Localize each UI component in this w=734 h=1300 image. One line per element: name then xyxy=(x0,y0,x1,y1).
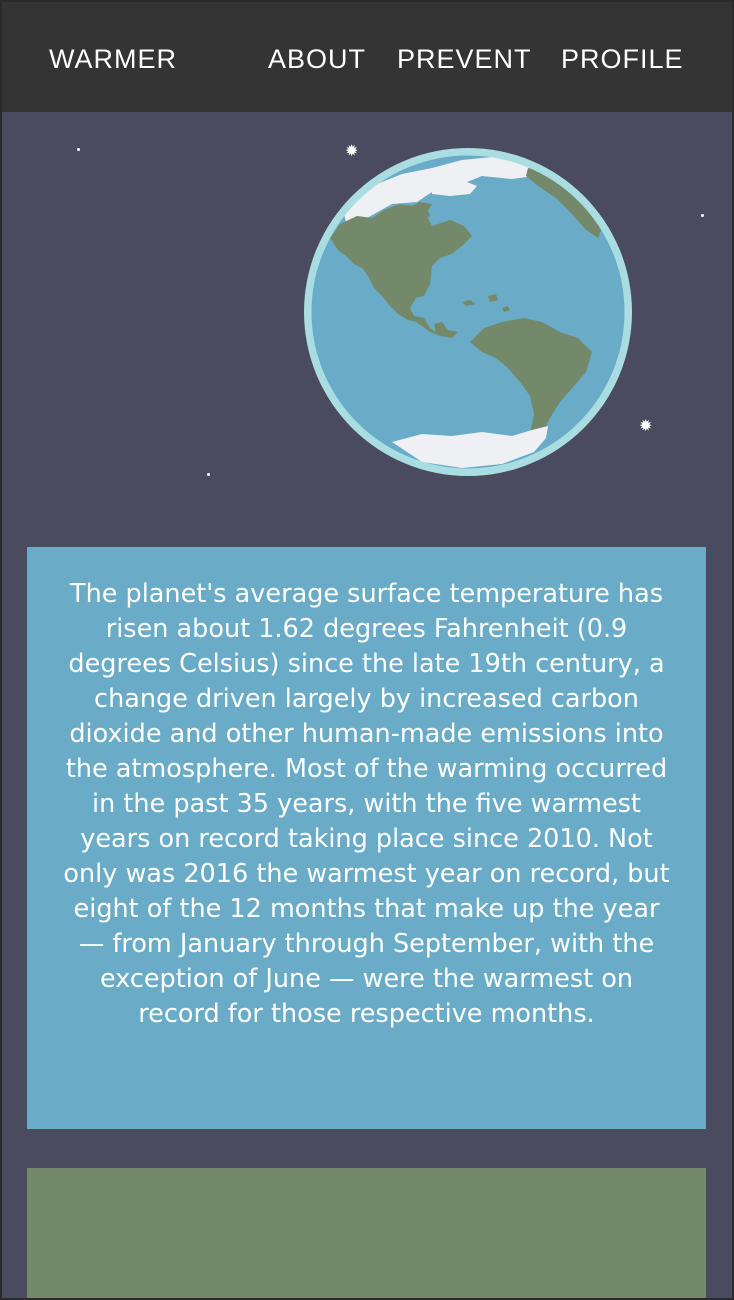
climate-info-card: The planet's average surface temperature… xyxy=(27,547,706,1129)
nav-link-prevent[interactable]: PREVENT xyxy=(397,41,532,77)
star-icon xyxy=(77,148,80,151)
top-navbar: WARMER ABOUT PREVENT PROFILE xyxy=(2,2,732,112)
earth-globe-icon xyxy=(304,148,632,476)
app-frame: WARMER ABOUT PREVENT PROFILE ✹ ✹ The pla… xyxy=(0,0,734,1300)
hero-section: ✹ ✹ xyxy=(2,112,732,542)
sparkle-star-icon: ✹ xyxy=(639,416,653,435)
nav-link-profile[interactable]: PROFILE xyxy=(561,41,684,77)
nav-link-about[interactable]: ABOUT xyxy=(268,41,366,77)
brand-link[interactable]: WARMER xyxy=(49,41,177,77)
climate-info-text: The planet's average surface temperature… xyxy=(63,579,670,1029)
star-icon xyxy=(207,473,210,476)
star-icon xyxy=(701,214,704,217)
content-card xyxy=(27,1168,706,1298)
